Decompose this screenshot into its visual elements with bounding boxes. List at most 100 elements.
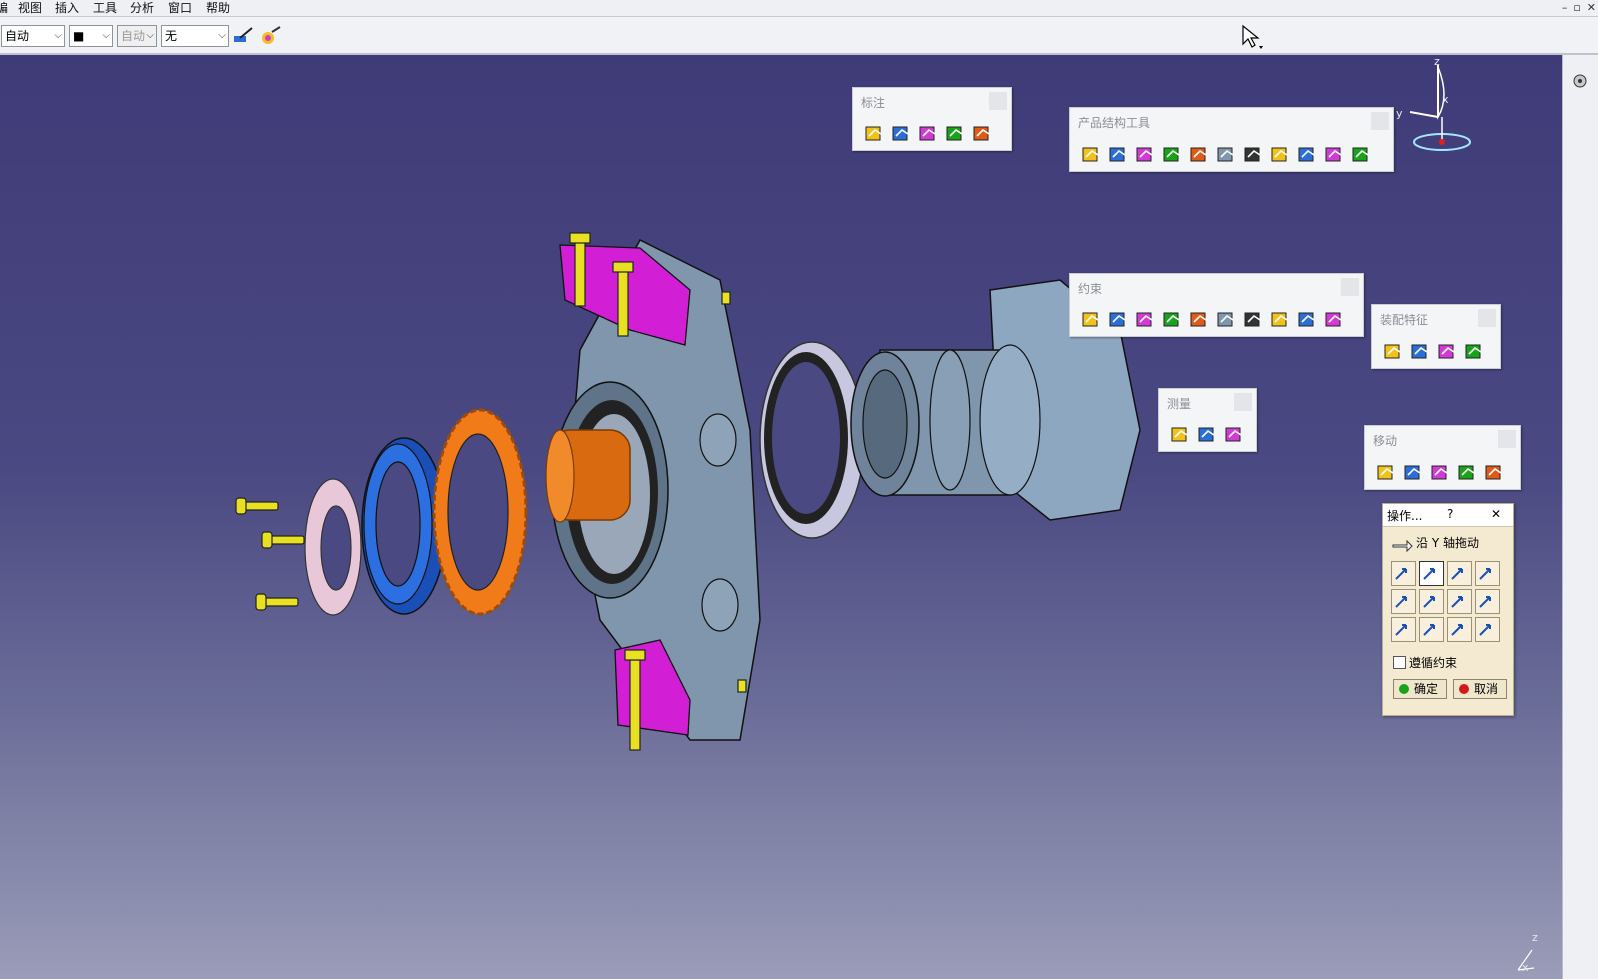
smart-move-icon[interactable] [1429, 461, 1451, 483]
gear-new-product-icon[interactable] [1107, 143, 1129, 165]
assembly-features-toolbar-title: 装配特征 [1380, 313, 1429, 327]
right-toolbar [1562, 55, 1598, 979]
split-icon[interactable] [1382, 340, 1404, 362]
close-icon[interactable] [1498, 430, 1516, 448]
remove-icon[interactable] [1463, 340, 1485, 362]
drag-along-line-icon[interactable] [1475, 561, 1500, 586]
rotate-axis-icon[interactable] [1475, 617, 1500, 642]
compass-icon[interactable] [1400, 57, 1490, 167]
hole-icon[interactable] [1409, 340, 1431, 362]
angle-icon[interactable] [1161, 308, 1183, 330]
corner-axis-x: x [1522, 961, 1529, 974]
drag-y-icon[interactable] [1419, 561, 1444, 586]
properties-painter-icon[interactable] [260, 26, 282, 46]
restore-button[interactable]: ▫ [1573, 0, 1580, 16]
close-button[interactable]: ✕ [1587, 0, 1596, 16]
annotation-icons [863, 122, 993, 144]
pocket-icon[interactable] [1436, 340, 1458, 362]
manipulation-dialog: 操作... ? ✕ 沿 Y 轴拖动 遵循约束 确定 取消 [1382, 503, 1514, 716]
multi-instantiation-icon[interactable] [1350, 143, 1372, 165]
menu-item-help[interactable]: 帮助 [206, 0, 230, 16]
gear-new-component-icon[interactable] [1080, 143, 1102, 165]
rotate-x-icon[interactable] [1391, 617, 1416, 642]
constraints-icons [1080, 308, 1345, 330]
fix-together-icon[interactable] [1215, 308, 1237, 330]
compass-z-label: z [1434, 55, 1440, 68]
manipulation-icon[interactable] [1375, 461, 1397, 483]
paint-brush-icon[interactable] [232, 26, 254, 46]
reuse-pattern-icon[interactable] [1323, 308, 1345, 330]
drag-x-icon[interactable] [1391, 561, 1416, 586]
follow-constraints-checkbox[interactable] [1393, 656, 1406, 669]
select-arrow-icon[interactable] [1239, 24, 1265, 50]
manage-representations-icon[interactable] [1323, 143, 1345, 165]
minimize-button[interactable]: – [1562, 0, 1568, 16]
assembly-model[interactable] [0, 55, 1562, 979]
coincidence-icon[interactable] [1080, 308, 1102, 330]
gear-new-part-icon[interactable] [1134, 143, 1156, 165]
product-structure-toolbar-title: 产品结构工具 [1078, 116, 1151, 130]
drag-yz-icon[interactable] [1419, 589, 1444, 614]
drag-plane-icon[interactable] [1475, 589, 1500, 614]
layer-combo[interactable]: 无 ⌵ [161, 25, 229, 47]
dialog-close-button[interactable]: ✕ [1491, 507, 1501, 521]
left-bolts [235, 497, 305, 611]
flag-note-icon[interactable] [917, 122, 939, 144]
fill-combo[interactable]: 自动 ⌵ [1, 25, 65, 47]
clash-stop-icon[interactable] [1483, 461, 1505, 483]
replace-component-icon[interactable] [1215, 143, 1237, 165]
drag-xz-icon[interactable] [1447, 589, 1472, 614]
selective-load-icon[interactable] [1296, 143, 1318, 165]
close-icon[interactable] [989, 92, 1007, 110]
existing-positioning-icon[interactable] [1188, 143, 1210, 165]
follow-constraints-label: 遵循约束 [1409, 656, 1458, 670]
linetype-combo[interactable]: 自动 ⌵ [117, 25, 157, 47]
offset-icon[interactable] [1134, 308, 1156, 330]
rotate-y-icon[interactable] [1419, 617, 1444, 642]
menu-item-insert[interactable]: 插入 [55, 0, 79, 16]
fill-combo-value: 自动 [5, 29, 30, 43]
constraints-toolbar-title: 约束 [1078, 282, 1103, 296]
quick-constraint-icon[interactable] [1242, 308, 1264, 330]
measure-toolbar: 测量 [1158, 388, 1257, 452]
chevron-down-icon: ⌵ [146, 30, 154, 41]
cancel-button[interactable]: 取消 [1453, 679, 1507, 699]
assembly-features-icons [1382, 340, 1485, 362]
close-icon[interactable] [1478, 309, 1496, 327]
close-icon[interactable] [1234, 393, 1252, 411]
menu-item-window[interactable]: 窗口 [168, 0, 192, 16]
close-icon[interactable] [1371, 112, 1389, 130]
rotate-z-icon[interactable] [1447, 617, 1472, 642]
graph-tree-reorder-icon[interactable] [1242, 143, 1264, 165]
3d-annotation-icon[interactable] [944, 122, 966, 144]
menu-item-edit[interactable]: 编 [0, 0, 8, 16]
menu-item-tools[interactable]: 工具 [93, 0, 117, 16]
measure-between-icon[interactable] [1169, 423, 1191, 445]
contact-icon[interactable] [1107, 308, 1129, 330]
generate-numbering-icon[interactable] [1269, 143, 1291, 165]
measure-inertia-icon[interactable] [1223, 423, 1245, 445]
pink-gasket [304, 478, 362, 616]
flexible-rigid-icon[interactable] [1269, 308, 1291, 330]
menu-item-analyze[interactable]: 分析 [130, 0, 154, 16]
current-mode-label: 沿 Y 轴拖动 [1416, 536, 1479, 550]
fix-component-icon[interactable] [1188, 308, 1210, 330]
close-icon[interactable] [1341, 278, 1359, 296]
existing-component-icon[interactable] [1161, 143, 1183, 165]
3d-viewport[interactable]: z x y z x [0, 55, 1562, 979]
ok-button[interactable]: 确定 [1393, 679, 1447, 699]
measure-item-icon[interactable] [1196, 423, 1218, 445]
help-button[interactable]: ? [1447, 507, 1453, 521]
gear-settings-icon[interactable] [1569, 69, 1593, 93]
abc-text-icon[interactable] [890, 122, 912, 144]
weld-icon[interactable] [863, 122, 885, 144]
change-constraint-icon[interactable] [1296, 308, 1318, 330]
menu-item-view[interactable]: 视图 [18, 0, 42, 16]
orange-tone-ring [432, 408, 528, 616]
snap-icon[interactable] [1402, 461, 1424, 483]
annotation-plane-icon[interactable] [971, 122, 993, 144]
drag-z-icon[interactable] [1447, 561, 1472, 586]
explode-icon[interactable] [1456, 461, 1478, 483]
color-combo[interactable]: ■ ⌵ [69, 25, 113, 47]
drag-xy-icon[interactable] [1391, 589, 1416, 614]
